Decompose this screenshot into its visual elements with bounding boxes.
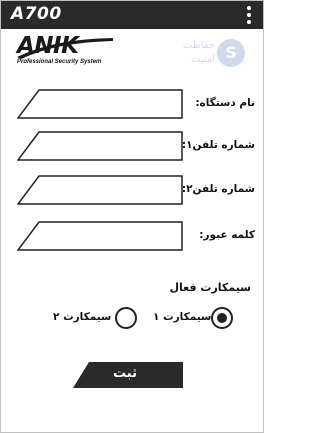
sim1-radio[interactable]: سیمکارت ۱	[153, 307, 253, 335]
app-title: A700	[11, 4, 62, 24]
radio-selected-icon[interactable]	[211, 307, 233, 329]
password-row: کلمه عبور:	[1, 221, 263, 255]
submit-button-label: ثبت	[113, 366, 137, 381]
watermark-badge-icon: S	[217, 39, 245, 67]
phone2-label: شماره تلفن۲:	[181, 183, 255, 195]
brand-logo: ANIK Professional Security System	[17, 33, 113, 73]
phone2-field[interactable]	[17, 175, 183, 205]
sim1-label: سیمکارت ۱	[153, 311, 212, 323]
password-label: کلمه عبور:	[199, 229, 255, 241]
sim2-radio[interactable]: سیمکارت ۲	[53, 307, 147, 335]
watermark: حفاظت امنیت S	[173, 37, 245, 71]
sim2-label: سیمکارت ۲	[53, 311, 112, 323]
phone1-label: شماره تلفن۱:	[181, 139, 255, 151]
active-sim-title: سیمکارت فعال	[169, 281, 251, 294]
logo-brand-text: ANIK	[17, 33, 79, 59]
phone2-row: شماره تلفن۲:	[1, 175, 263, 209]
password-field[interactable]	[17, 221, 183, 251]
password-input[interactable]	[39, 227, 179, 247]
phone1-input[interactable]	[39, 137, 179, 157]
watermark-text: حفاظت امنیت	[182, 40, 215, 65]
device-name-field[interactable]	[17, 89, 183, 119]
phone1-field[interactable]	[17, 131, 183, 161]
device-name-input[interactable]	[39, 95, 179, 115]
submit-button[interactable]: ثبت	[73, 362, 183, 388]
app-screen: A700 ANIK Professional Security System ح…	[0, 0, 264, 433]
device-name-row: نام دستگاه:	[1, 89, 263, 123]
device-name-label: نام دستگاه:	[195, 97, 255, 109]
radio-unselected-icon[interactable]	[115, 307, 137, 329]
logo-tagline: Professional Security System	[17, 59, 102, 65]
overflow-menu-icon[interactable]	[246, 6, 252, 24]
phone1-row: شماره تلفن۱:	[1, 131, 263, 165]
phone2-input[interactable]	[39, 181, 179, 201]
top-bar: A700	[1, 1, 263, 29]
